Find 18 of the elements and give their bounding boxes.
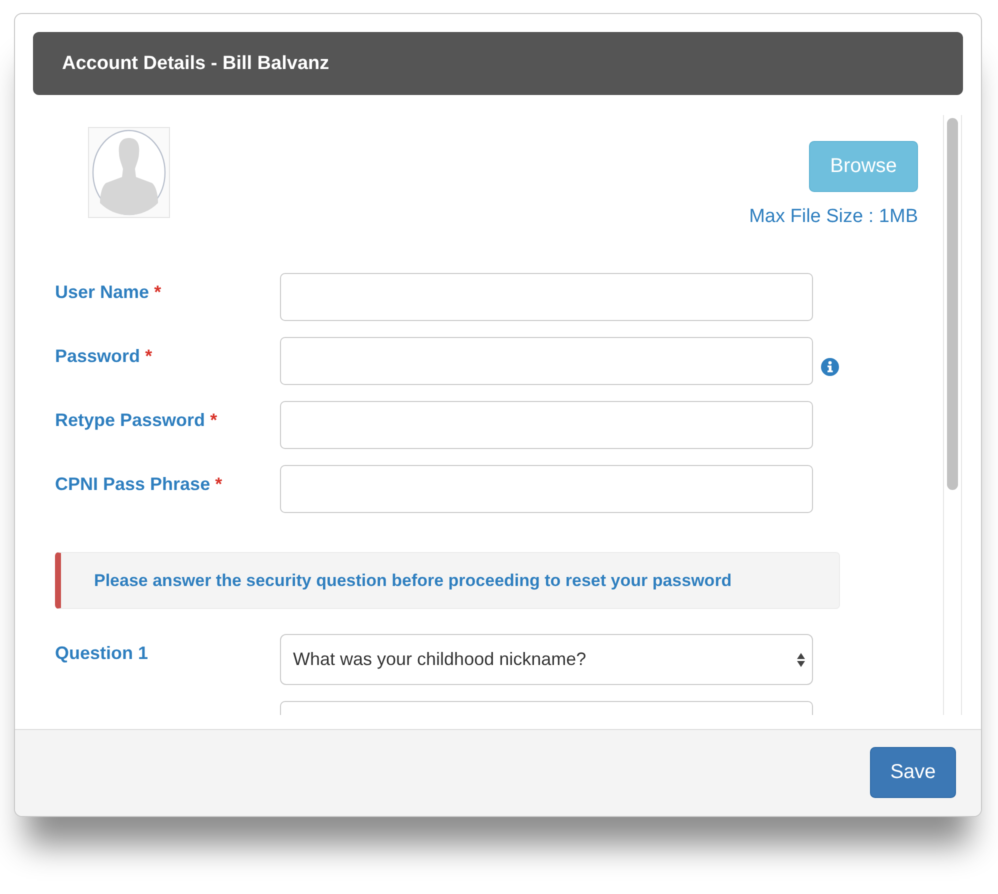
field-label: Retype Password * (55, 409, 218, 431)
alert-text: Please answer the security question before proceeding to reset your password (94, 570, 732, 590)
input-field[interactable] (280, 401, 813, 449)
input-field[interactable] (280, 273, 813, 321)
field-label: Question 1 (55, 642, 150, 664)
field-label: User Name * (55, 281, 162, 303)
field-label: CPNI Pass Phrase * (55, 473, 224, 495)
field-label: Password * (55, 345, 154, 367)
sort-icon (796, 652, 806, 668)
info-icon[interactable] (821, 358, 839, 376)
input-field[interactable] (280, 465, 813, 513)
avatar-icon (88, 127, 170, 218)
save-button[interactable]: Save (870, 747, 956, 798)
scrollbar[interactable] (943, 115, 962, 715)
question-select[interactable]: What was your childhood nickname? (280, 634, 813, 685)
input-field[interactable] (280, 337, 813, 385)
file-size-note: Max File Size : 1MB (749, 206, 918, 228)
modal-title: Account Details - Bill Balvanz (62, 52, 330, 74)
